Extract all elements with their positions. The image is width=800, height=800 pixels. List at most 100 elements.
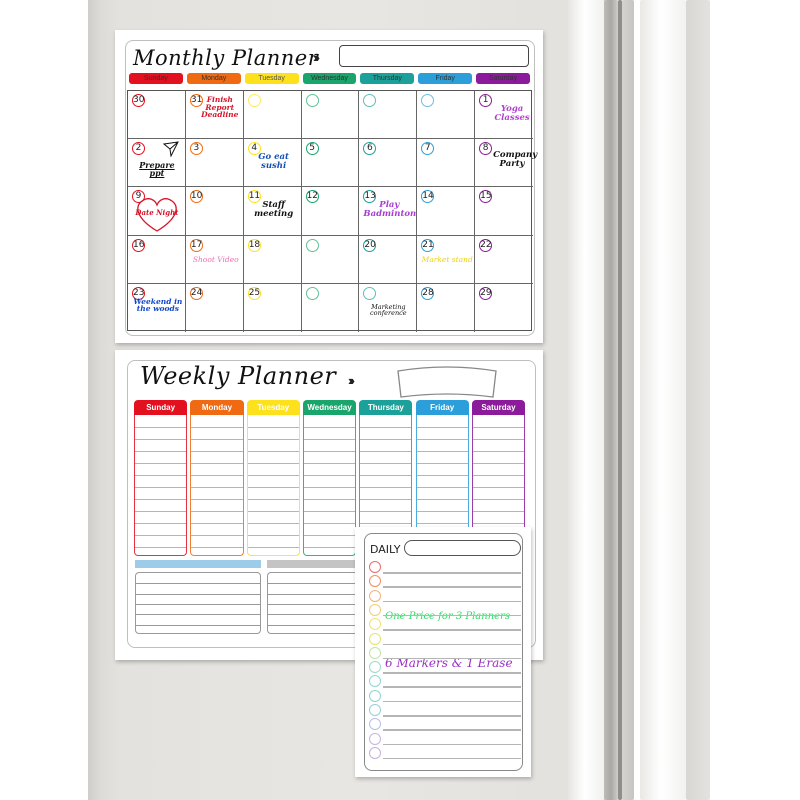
calendar-day-cell[interactable]: 28	[417, 283, 476, 332]
daily-planner-frame	[364, 533, 523, 771]
calendar-day-cell[interactable]: 25	[244, 283, 302, 332]
weekly-ruled-line	[472, 427, 525, 428]
calendar-day-cell[interactable]: 24	[186, 283, 244, 332]
daily-checkbox[interactable]	[369, 603, 381, 616]
weekly-ruled-line	[303, 547, 356, 548]
calendar-day-cell[interactable]: 14	[417, 187, 476, 236]
daily-checkbox[interactable]	[369, 661, 381, 674]
weekly-ruled-line	[135, 499, 187, 500]
weekly-ruled-line	[135, 547, 187, 548]
calendar-day-cell[interactable]	[301, 235, 360, 284]
banner-label-field[interactable]	[395, 365, 500, 399]
calendar-day-cell[interactable]: 12	[301, 187, 360, 236]
weekly-ruled-line	[135, 523, 187, 524]
daily-checkbox[interactable]	[369, 632, 381, 645]
weekly-ruled-line	[191, 523, 243, 524]
calendar-day-cell[interactable]: 29	[475, 284, 533, 332]
calendar-day-cell[interactable]: 31 Finish Report Deadline	[185, 91, 244, 140]
daily-checkbox[interactable]	[369, 589, 381, 602]
calendar-day-number: 17	[189, 238, 203, 252]
calendar-day-cell[interactable]: 21 Market stand	[417, 235, 476, 284]
fridge-handle-gap	[604, 0, 618, 800]
daily-date-field[interactable]	[404, 540, 521, 556]
calendar-day-number: 6	[363, 142, 377, 156]
calendar-day-cell[interactable]: 4 Go eat sushi	[243, 139, 302, 188]
weekly-ruled-line	[360, 439, 412, 440]
calendar-day-cell[interactable]: Marketing conference	[359, 283, 418, 332]
daily-ruled-line	[383, 614, 521, 617]
calendar-day-cell[interactable]: 6	[359, 139, 418, 188]
weekly-ruled-line	[247, 523, 299, 524]
calendar-day-cell[interactable]	[302, 283, 360, 332]
weekly-ruled-line	[247, 511, 299, 512]
calendar-day-cell[interactable]: 3	[185, 139, 244, 188]
calendar-day-cell[interactable]: 9 Date Night	[128, 187, 186, 236]
calendar-note: Play Badminton	[363, 200, 417, 219]
daily-checkbox[interactable]	[369, 646, 381, 659]
chevrons-icon: ›››	[348, 373, 355, 388]
weekly-day-column-wednesday[interactable]	[302, 415, 357, 556]
calendar-day-number: 15	[479, 190, 493, 204]
daily-checkbox[interactable]	[369, 704, 381, 716]
notes-ruled-line	[268, 603, 367, 605]
weekly-ruled-line	[303, 439, 356, 440]
calendar-day-cell[interactable]: 13 Play Badminton	[359, 187, 418, 236]
calendar-day-number: 3	[189, 142, 203, 156]
calendar-day-cell[interactable]	[359, 91, 418, 140]
weekly-ruled-line	[135, 439, 187, 440]
daily-checkbox[interactable]	[369, 561, 381, 573]
weekly-ruled-line	[303, 487, 356, 488]
calendar-day-cell[interactable]: 18	[243, 235, 302, 284]
calendar-day-cell[interactable]: 15	[475, 187, 533, 236]
daily-ruled-line	[383, 715, 521, 717]
calendar-day-cell[interactable]: 22	[475, 236, 533, 284]
calendar-day-number: 12	[305, 190, 319, 204]
weekly-ruled-line	[247, 451, 299, 452]
heart-doodle-icon	[132, 195, 182, 240]
calendar-day-cell[interactable]: 5	[301, 139, 360, 188]
calendar-day-cell[interactable]: 10	[185, 187, 244, 236]
daily-ruled-line	[383, 700, 521, 703]
notes-ruled-line	[136, 593, 260, 595]
calendar-day-cell[interactable]: 23 Weekend in the woods	[128, 283, 186, 332]
calendar-day-cell[interactable]: 8 Company Party	[475, 139, 537, 188]
weekly-ruled-line	[191, 487, 243, 488]
weekly-day-column-sunday[interactable]	[134, 415, 188, 556]
calendar-day-cell[interactable]	[301, 91, 360, 140]
calendar-day-cell[interactable]	[243, 91, 302, 140]
calendar-day-cell[interactable]: 20	[359, 235, 418, 284]
daily-checkbox[interactable]	[369, 746, 381, 759]
calendar-day-cell[interactable]: 2 Prepare ppt	[128, 139, 186, 188]
calendar-day-cell[interactable]: 30	[128, 91, 186, 140]
notes-box-left[interactable]	[135, 572, 261, 634]
weekly-day-column-monday[interactable]	[190, 415, 244, 556]
weekly-ruled-line	[472, 439, 525, 440]
weekly-ruled-line	[247, 547, 299, 548]
weekly-ruled-line	[191, 463, 243, 464]
weekly-ruled-line	[135, 511, 187, 512]
calendar-day-cell[interactable]: 1 Yoga Classes	[475, 91, 533, 140]
fridge-handle-right	[640, 0, 686, 800]
calendar-day-cell[interactable]: 7	[417, 139, 476, 188]
weekly-day-column-tuesday[interactable]	[246, 415, 300, 556]
weekly-day-column-thursday[interactable]	[359, 415, 413, 527]
calendar-day-number	[363, 286, 377, 300]
calendar-day-cell[interactable]: 17 Shoot Video	[185, 235, 244, 284]
notes-ruled-line	[136, 614, 260, 616]
weekly-ruled-line	[135, 487, 187, 488]
calendar-day-cell[interactable]: 11 Staff meeting	[243, 187, 302, 236]
calendar-day-cell[interactable]: 16	[128, 235, 186, 284]
month-name-field[interactable]	[339, 45, 529, 67]
daily-checkbox[interactable]	[369, 689, 381, 702]
calendar-day-cell[interactable]	[417, 91, 476, 140]
notes-ruled-line	[136, 583, 260, 585]
weekly-ruled-line	[303, 475, 356, 476]
weekly-day-column-friday[interactable]	[415, 415, 469, 527]
daily-title: DAILY	[370, 543, 401, 556]
chevrons-icon: ›››	[313, 50, 320, 65]
daily-checkbox[interactable]	[369, 732, 381, 745]
notes-ruled-line	[268, 593, 367, 595]
calendar-day-number	[247, 94, 261, 107]
notes-box-right[interactable]	[267, 572, 367, 634]
weekly-day-column-saturday[interactable]	[471, 415, 526, 527]
